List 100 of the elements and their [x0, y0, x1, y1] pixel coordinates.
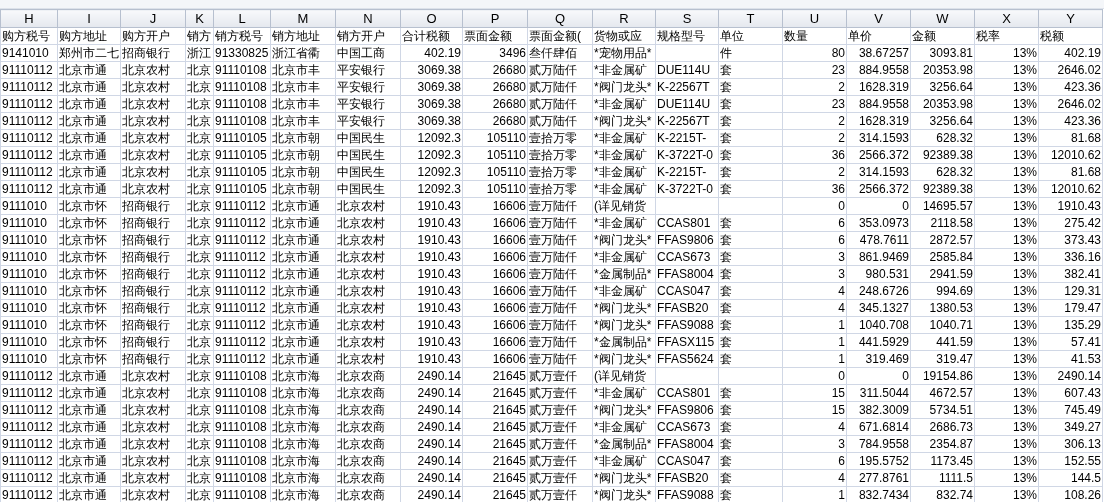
- table-cell: 套: [718, 486, 783, 502]
- table-cell: 91110112: [0, 163, 58, 181]
- table-cell: 275.42: [1038, 214, 1103, 232]
- table-cell: 北京: [185, 435, 214, 453]
- column-letter[interactable]: P: [462, 9, 528, 28]
- table-cell: 91110105: [213, 180, 271, 198]
- table-cell: 607.43: [1038, 384, 1103, 402]
- table-cell: 884.9558: [846, 61, 911, 79]
- table-cell: 13%: [974, 197, 1039, 215]
- table-cell: 628.32: [910, 129, 975, 147]
- column-letter[interactable]: L: [213, 9, 271, 28]
- table-cell: 北京农村: [120, 384, 186, 402]
- table-cell: 贰万壹仟: [527, 384, 593, 402]
- table-cell: 北京市海: [270, 418, 336, 436]
- column-letter[interactable]: V: [846, 9, 911, 28]
- table-cell: 2490.14: [400, 418, 463, 436]
- table-cell: 套: [718, 452, 783, 470]
- table-cell: 北京市通: [57, 401, 121, 419]
- table-cell: 16606: [462, 248, 528, 266]
- table-cell: 6: [782, 214, 847, 232]
- table-cell: 3496: [462, 44, 528, 62]
- table-cell: 2490.14: [400, 401, 463, 419]
- table-cell: 北京农村: [120, 61, 186, 79]
- table-cell: 壹万陆仟: [527, 316, 593, 334]
- table-cell: 980.531: [846, 265, 911, 283]
- table-cell: 91110108: [213, 452, 271, 470]
- table-cell: 北京: [185, 265, 214, 283]
- table-cell: *非金属矿: [592, 214, 656, 232]
- table-cell: 北京市怀: [57, 248, 121, 266]
- table-cell: 81.68: [1038, 163, 1103, 181]
- column-letter[interactable]: H: [0, 9, 58, 28]
- column-letter[interactable]: R: [592, 9, 656, 28]
- table-cell: 6: [782, 452, 847, 470]
- table-cell: 贰万壹仟: [527, 486, 593, 502]
- table-cell: 144.5: [1038, 469, 1103, 487]
- table-cell: CCAS801: [655, 384, 719, 402]
- column-letter[interactable]: T: [718, 9, 783, 28]
- table-cell: 20353.98: [910, 61, 975, 79]
- table-cell: 13%: [974, 367, 1039, 385]
- table-cell: 13%: [974, 350, 1039, 368]
- table-cell: 21645: [462, 384, 528, 402]
- table-cell: 91110108: [213, 384, 271, 402]
- table-cell: 北京农村: [120, 95, 186, 113]
- table-cell: 北京农村: [335, 316, 401, 334]
- table-cell: 壹拾万零: [527, 163, 593, 181]
- table-cell: 1: [782, 316, 847, 334]
- table-cell: 北京市通: [270, 214, 336, 232]
- table-cell: 2566.372: [846, 146, 911, 164]
- table-cell: 套: [718, 401, 783, 419]
- table-cell: 423.36: [1038, 112, 1103, 130]
- table-cell: 北京农村: [120, 452, 186, 470]
- table-cell: 9111010: [0, 265, 58, 283]
- column-letter[interactable]: I: [57, 9, 121, 28]
- column-letter[interactable]: M: [270, 9, 336, 28]
- table-cell: 2490.14: [400, 469, 463, 487]
- table-cell: CCAS047: [655, 452, 719, 470]
- table-cell: 招商银行: [120, 265, 186, 283]
- table-cell: 北京市通: [57, 469, 121, 487]
- table-cell: 21645: [462, 452, 528, 470]
- table-cell: 13%: [974, 180, 1039, 198]
- table-cell: 北京市通: [57, 367, 121, 385]
- column-letter[interactable]: S: [655, 9, 719, 28]
- table-cell: 套: [718, 350, 783, 368]
- table-cell: 北京: [185, 282, 214, 300]
- table-cell: 北京市通: [270, 197, 336, 215]
- table-cell: 21645: [462, 469, 528, 487]
- column-letter[interactable]: N: [335, 9, 401, 28]
- table-cell: 13%: [974, 95, 1039, 113]
- table-cell: 13%: [974, 384, 1039, 402]
- column-letter[interactable]: W: [910, 9, 975, 28]
- table-cell: *阀门龙头*: [592, 112, 656, 130]
- table-cell: 北京: [185, 452, 214, 470]
- table-cell: FFAS8004: [655, 265, 719, 283]
- column-heading: 税率: [974, 27, 1039, 45]
- table-cell: 套: [718, 333, 783, 351]
- table-cell: 北京: [185, 316, 214, 334]
- column-letter[interactable]: K: [185, 9, 214, 28]
- column-letter[interactable]: X: [974, 9, 1039, 28]
- table-cell: *阀门龙头*: [592, 350, 656, 368]
- table-cell: 16606: [462, 333, 528, 351]
- table-cell: 179.47: [1038, 299, 1103, 317]
- column-letter[interactable]: U: [782, 9, 847, 28]
- table-cell: 91110112: [0, 146, 58, 164]
- table-cell: *阀门龙头*: [592, 469, 656, 487]
- table-cell: *阀门龙头*: [592, 78, 656, 96]
- table-cell: 招商银行: [120, 231, 186, 249]
- column-letter[interactable]: O: [400, 9, 463, 28]
- table-cell: 21645: [462, 367, 528, 385]
- column-heading: 票面金额: [462, 27, 528, 45]
- table-cell: 4672.57: [910, 384, 975, 402]
- column-letter[interactable]: J: [120, 9, 186, 28]
- column-heading: 单价: [846, 27, 911, 45]
- table-cell: 16606: [462, 214, 528, 232]
- table-cell: 1173.45: [910, 452, 975, 470]
- column-letter[interactable]: Q: [527, 9, 593, 28]
- table-cell: 北京农村: [120, 486, 186, 502]
- table-cell: 91110112: [0, 129, 58, 147]
- table-cell: 壹万陆仟: [527, 333, 593, 351]
- column-letter[interactable]: Y: [1038, 9, 1103, 28]
- table-cell: 北京市海: [270, 401, 336, 419]
